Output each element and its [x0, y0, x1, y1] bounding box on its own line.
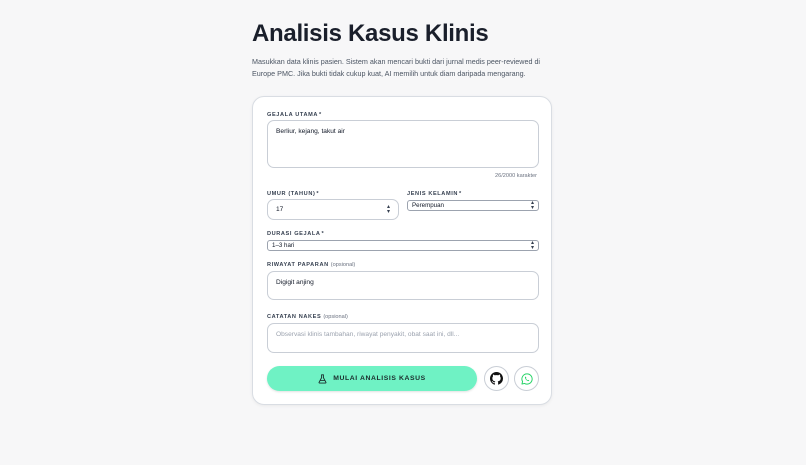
required-mark: *	[321, 231, 325, 237]
required-mark: *	[459, 191, 462, 197]
required-mark: *	[316, 191, 320, 197]
exposure-label: RIWAYAT PAPARAN (opsional)	[267, 262, 355, 268]
duration-select[interactable]: 1–3 hari ▴ ▾	[267, 240, 539, 251]
start-analysis-label: MULAI ANALISIS KASUS	[333, 375, 426, 382]
whatsapp-button[interactable]	[514, 366, 539, 391]
page-subtitle: Masukkan data klinis pasien. Sistem akan…	[252, 57, 541, 78]
sex-label: JENIS KELAMIN*	[407, 191, 462, 197]
notes-label: CATATAN NAKES (opsional)	[267, 314, 348, 320]
notes-placeholder: Observasi klinis tambahan, riwayat penya…	[276, 331, 460, 338]
whatsapp-icon	[520, 372, 533, 385]
spinner-icon[interactable]: ▴ ▾	[387, 204, 390, 215]
exposure-label-text: RIWAYAT PAPARAN	[267, 262, 329, 268]
case-form-card: GEJALA UTAMA* Berliur, kejang, takut air…	[252, 96, 552, 405]
required-mark: *	[319, 112, 322, 118]
symptoms-textarea[interactable]: Berliur, kejang, takut air	[267, 120, 539, 168]
select-arrows-icon: ▴ ▾	[530, 239, 534, 251]
notes-textarea[interactable]: Observasi klinis tambahan, riwayat penya…	[267, 323, 539, 353]
exposure-value: Digigit anjing	[276, 279, 314, 286]
age-label-text: UMUR (TAHUN)	[267, 191, 316, 197]
optional-hint: (opsional)	[330, 262, 356, 268]
notes-label-text: CATATAN NAKES	[267, 314, 322, 320]
symptoms-label: GEJALA UTAMA*	[267, 112, 322, 118]
page-header: Analisis Kasus Klinis Masukkan data klin…	[252, 18, 554, 80]
github-button[interactable]	[484, 366, 509, 391]
github-icon	[490, 372, 503, 385]
character-counter: 26/2000 karakter	[495, 173, 537, 179]
symptoms-value: Berliur, kejang, takut air	[276, 128, 345, 135]
page-title: Analisis Kasus Klinis	[252, 20, 489, 47]
optional-hint: (opsional)	[323, 314, 348, 320]
flask-icon	[318, 373, 327, 383]
duration-selected: 1–3 hari	[272, 242, 295, 249]
select-arrows-icon: ▴ ▾	[530, 199, 534, 211]
duration-label: DURASI GEJALA*	[267, 231, 324, 237]
age-label: UMUR (TAHUN)*	[267, 191, 319, 197]
duration-label-text: DURASI GEJALA	[267, 231, 321, 237]
sex-select[interactable]: Perempuan ▴ ▾	[407, 200, 539, 211]
sex-label-text: JENIS KELAMIN	[407, 191, 459, 197]
age-input[interactable]: 17 ▴ ▾	[267, 199, 399, 220]
age-value: 17	[276, 206, 284, 213]
sex-selected: Perempuan	[412, 202, 444, 209]
symptoms-label-text: GEJALA UTAMA	[267, 112, 319, 118]
start-analysis-button[interactable]: MULAI ANALISIS KASUS	[267, 366, 477, 391]
exposure-textarea[interactable]: Digigit anjing	[267, 271, 539, 300]
